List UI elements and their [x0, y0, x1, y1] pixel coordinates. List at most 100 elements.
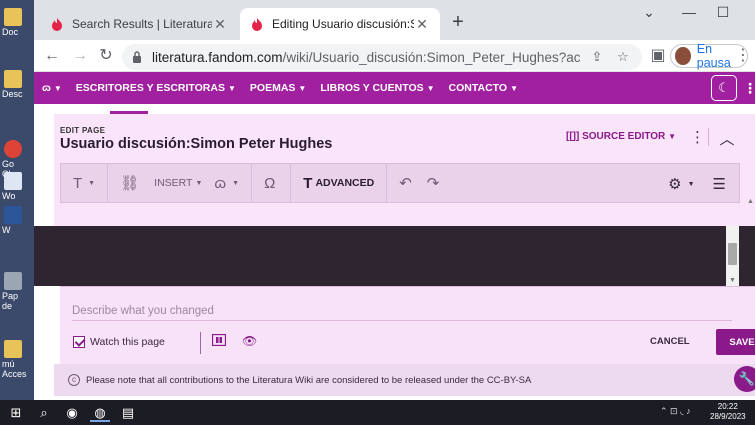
insert-menu-button[interactable]: INSERT ▼ [154, 177, 202, 189]
desktop-icon-recycle-bin[interactable]: Pap de [2, 272, 28, 311]
folder-icon [4, 70, 22, 88]
clock[interactable]: 20:22 28/9/2023 [710, 402, 746, 422]
browser-window: Search Results | Literatura Wiki | Fa ✕ … [34, 0, 755, 400]
new-tab-button[interactable]: + [448, 12, 468, 32]
special-character-button[interactable]: Ω [264, 175, 278, 192]
address-bar[interactable]: literatura.fandom.com/wiki/Usuario_discu… [122, 44, 642, 70]
desktop-icon-desktop[interactable]: Desc [2, 70, 28, 99]
chrome-icon [4, 140, 22, 158]
source-editor-icon: [[]] [566, 131, 580, 142]
bookmark-star-icon[interactable]: ☆ [614, 49, 632, 65]
search-icon[interactable]: ⌕ [34, 403, 54, 422]
edit-header: EDIT PAGE Usuario discusión:Simon Peter … [54, 114, 755, 226]
forward-arrow-icon[interactable]: → [68, 44, 92, 68]
browser-menu-icon[interactable]: ⋮ [731, 44, 755, 68]
minimize-button[interactable]: — [674, 4, 704, 20]
fandom-flame-icon [252, 18, 262, 31]
advanced-button[interactable]: T ADVANCED [303, 175, 374, 192]
wrench-icon[interactable]: 🔧 [734, 366, 755, 392]
nav-item-poemas[interactable]: POEMAS ▼ [250, 82, 306, 94]
watch-page-checkbox[interactable]: Watch this page [73, 336, 165, 348]
app-icon[interactable]: ◉ [62, 403, 82, 422]
source-editor-button[interactable]: [[]] SOURCE EDITOR ▼ [566, 131, 676, 142]
scrollbar-up[interactable]: ▲ [746, 198, 755, 226]
license-text: Please note that all contributions to th… [86, 374, 532, 386]
divider [107, 163, 109, 203]
text-style-button[interactable]: T ▼ [73, 175, 95, 192]
url-text: literatura.fandom.com/wiki/Usuario_discu… [152, 49, 580, 65]
share-icon[interactable]: ⇪ [588, 49, 606, 65]
divider [386, 163, 388, 203]
reload-icon[interactable]: ↻ [94, 44, 118, 68]
scroll-up-arrow-icon: ▲ [747, 198, 754, 205]
save-button[interactable]: SAVE [716, 329, 755, 355]
tab-editing[interactable]: Editing Usuario discusión:Simon Pe ✕ [240, 8, 440, 40]
edit-page-label: EDIT PAGE [60, 126, 106, 135]
avatar [675, 47, 691, 65]
site-navigation: ɷ ▼ ESCRITORES Y ESCRITORAS ▼ POEMAS ▼ LIBR… [34, 72, 755, 104]
caret-down-icon: ▼ [510, 84, 518, 93]
desktop-icon-word-file[interactable]: Wo [2, 172, 28, 201]
scroll-down-arrow-icon[interactable]: ▼ [726, 277, 739, 284]
divider [708, 128, 709, 146]
wiki-logo-icon[interactable]: ɷ ▼ [42, 82, 62, 94]
tab-title: Editing Usuario discusión:Simon Pe [272, 17, 414, 31]
windows-start-icon[interactable]: ⊞ [6, 403, 26, 422]
license-notice: c Please note that all contributions to … [54, 364, 755, 396]
close-icon[interactable]: ✕ [212, 16, 228, 33]
editor-content-area[interactable] [34, 226, 755, 286]
visual-editor-toolbar: T ▼ ⛓ INSERT ▼ ɷ ▼ Ω T ADVANCED ↶ ↷ ⚙ ▼ ☰ [60, 163, 740, 203]
page-settings-button[interactable]: ⚙ ▼ [668, 175, 694, 193]
chrome-icon[interactable]: ◍ [90, 403, 110, 422]
taskbar: ⊞ ⌕ ◉ ◍ ▤ ⌃ ⊡ ◟ ♪ 20:22 28/9/2023 [0, 400, 755, 425]
copyright-icon: c [68, 374, 80, 386]
word-icon[interactable]: ▤ [118, 403, 138, 422]
more-options-icon[interactable]: ⋮ [690, 128, 705, 146]
save-panel: Watch this page 👁 CANCEL SAVE [60, 286, 755, 364]
gear-icon: ⚙ [668, 176, 682, 193]
watch-page-label: Watch this page [90, 336, 165, 348]
dark-mode-toggle[interactable]: ☾ [711, 75, 737, 101]
more-options-icon[interactable]: ⋮ [743, 80, 755, 97]
tab-search-results[interactable]: Search Results | Literatura Wiki | Fa ✕ [40, 8, 238, 40]
cancel-button[interactable]: CANCEL [650, 336, 690, 347]
divider [251, 163, 253, 203]
redo-icon: ↷ [426, 175, 440, 192]
close-icon[interactable]: ✕ [414, 16, 430, 33]
nav-item-escritores[interactable]: ESCRITORES Y ESCRITORAS ▼ [76, 82, 236, 94]
word-icon [4, 206, 22, 224]
link-button[interactable]: ⛓ [120, 174, 142, 192]
scrollbar-thumb[interactable] [728, 243, 737, 265]
desktop-icon-word[interactable]: W [2, 206, 28, 235]
caret-down-icon: ▼ [668, 132, 676, 141]
edit-summary-input[interactable] [72, 301, 732, 321]
collapse-chevron-icon[interactable]: ︿ [718, 128, 736, 149]
preview-eye-icon[interactable]: 👁 [242, 334, 257, 348]
fandom-flame-icon [52, 18, 62, 31]
text-style-icon: T [73, 174, 83, 192]
nav-item-contacto[interactable]: CONTACTO ▼ [449, 82, 518, 94]
menu-button[interactable]: ☰ [713, 175, 729, 193]
folder-icon [4, 340, 22, 358]
scrollbar[interactable]: ▼ [726, 226, 739, 286]
link-icon: ⛓ [120, 175, 140, 192]
book-icon: ɷ [214, 174, 227, 192]
system-tray[interactable]: ⌃ ⊡ ◟ ♪ [660, 406, 691, 417]
nav-item-libros[interactable]: LIBROS Y CUENTOS ▼ [320, 82, 434, 94]
back-arrow-icon[interactable]: ← [40, 44, 64, 68]
tab-title: Search Results | Literatura Wiki | Fa [72, 17, 212, 31]
chevron-down-icon[interactable]: ⌄ [634, 4, 664, 21]
maximize-button[interactable]: ☐ [708, 4, 738, 21]
document-icon [4, 172, 22, 190]
side-panel-icon[interactable]: ▣ [646, 44, 670, 68]
undo-button[interactable]: ↶ [399, 174, 415, 192]
tab-strip: Search Results | Literatura Wiki | Fa ✕ … [34, 0, 755, 40]
redo-button[interactable]: ↷ [427, 174, 443, 192]
moon-icon: ☾ [718, 80, 730, 95]
divider [290, 163, 292, 203]
wiki-template-button[interactable]: ɷ ▼ [214, 175, 239, 192]
desktop-icon-music[interactable]: mú Acces [2, 340, 28, 379]
review-changes-icon[interactable] [212, 334, 226, 346]
checkbox-checked-icon[interactable] [73, 336, 85, 348]
desktop-icon-documents[interactable]: Doc [2, 8, 28, 37]
